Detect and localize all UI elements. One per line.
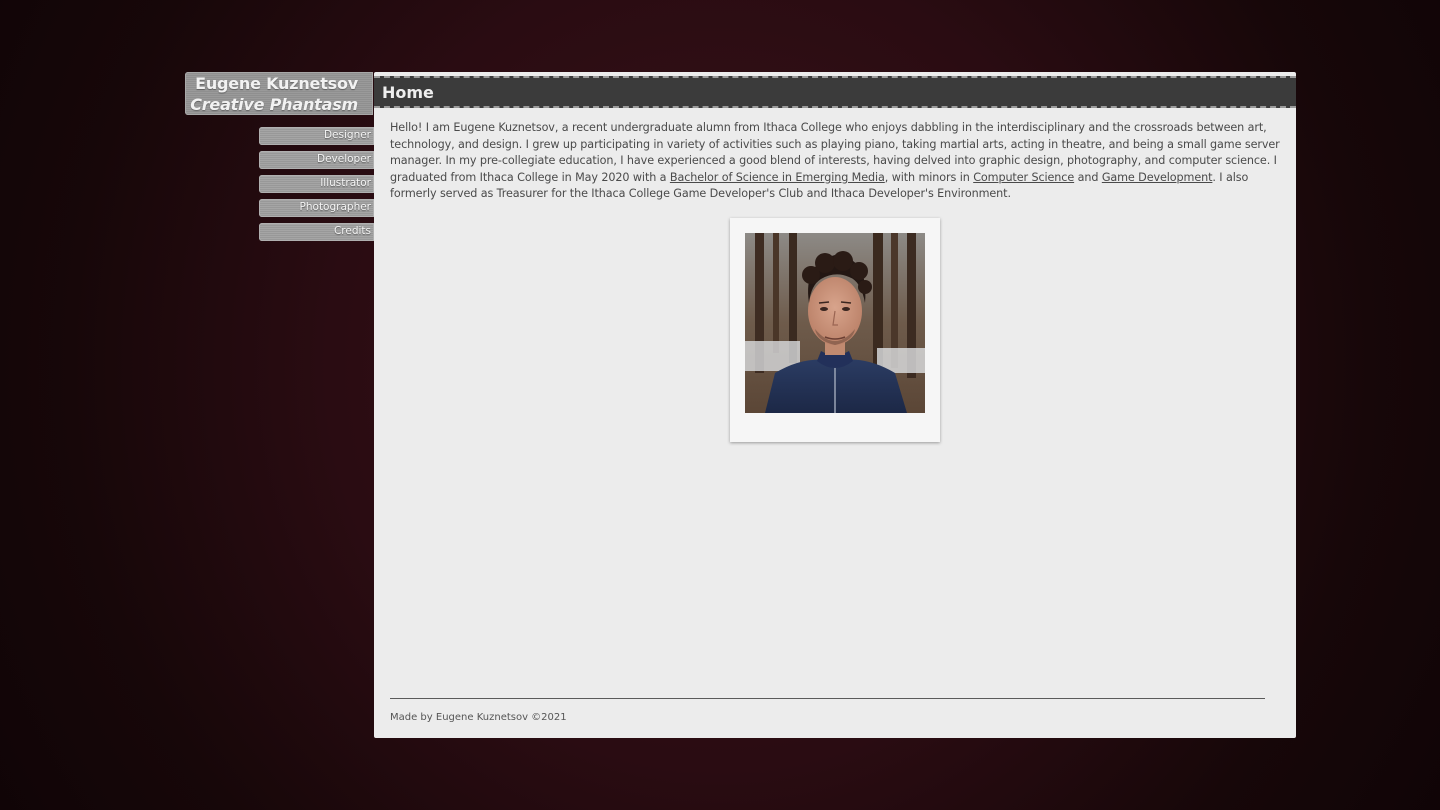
nav-item-illustrator[interactable]: Illustrator	[259, 175, 374, 193]
portrait-illustration	[745, 233, 925, 413]
profile-photo-frame	[730, 218, 940, 442]
sidebar-nav: Designer Developer Illustrator Photograp…	[259, 127, 374, 247]
intro-text-2: , with minors in	[884, 170, 974, 184]
emerging-media-degree-link[interactable]: Bachelor of Science in Emerging Media	[670, 171, 885, 184]
main-panel: Home Hello! I am Eugene Kuznetsov, a rec…	[374, 72, 1296, 738]
intro-text-3: and	[1074, 170, 1102, 184]
page-title: Home	[382, 83, 434, 102]
computer-science-minor-link[interactable]: Computer Science	[973, 171, 1074, 184]
nav-item-credits[interactable]: Credits	[259, 223, 374, 241]
game-development-minor-link[interactable]: Game Development	[1102, 171, 1213, 184]
intro-paragraph: Hello! I am Eugene Kuznetsov, a recent u…	[390, 120, 1280, 203]
site-name: Eugene Kuznetsov	[195, 74, 358, 93]
site-logo[interactable]: Eugene Kuznetsov Creative Phantasm	[185, 72, 373, 115]
profile-photo	[745, 233, 925, 413]
page-header: Home	[374, 76, 1296, 108]
nav-item-developer[interactable]: Developer	[259, 151, 374, 169]
nav-item-photographer[interactable]: Photographer	[259, 199, 374, 217]
nav-item-designer[interactable]: Designer	[259, 127, 374, 145]
site-tagline: Creative Phantasm	[190, 95, 358, 114]
footer-copyright: Made by Eugene Kuznetsov ©2021	[390, 712, 567, 723]
footer-divider	[390, 698, 1265, 699]
